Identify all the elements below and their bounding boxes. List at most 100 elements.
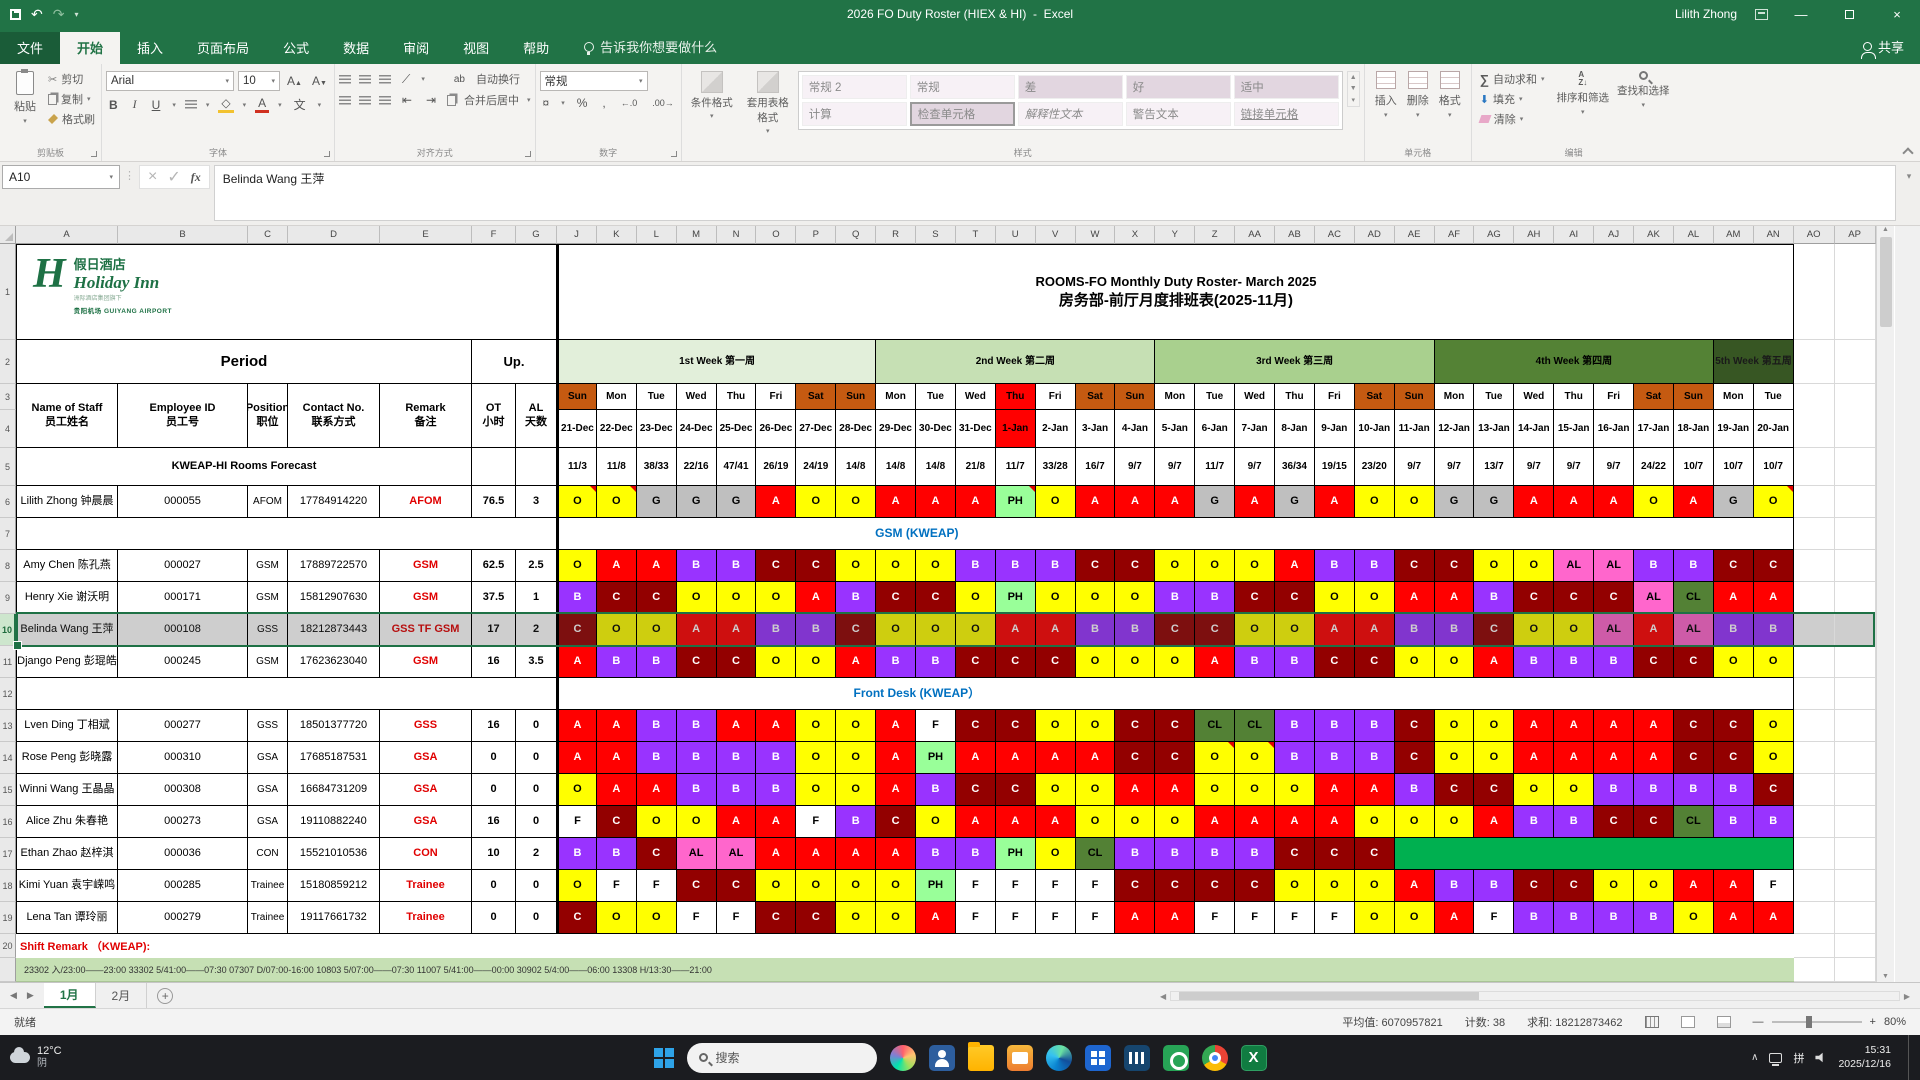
column-header-AG[interactable]: AG [1474, 226, 1515, 244]
bank-app-icon[interactable] [1123, 1044, 1150, 1071]
column-header-L[interactable]: L [636, 226, 677, 244]
forecast-cell[interactable]: 36/34 [1275, 448, 1315, 486]
shift-cell-F[interactable]: F [916, 710, 956, 742]
contact-no[interactable]: 15180859212 [288, 870, 380, 902]
shift-cell-O[interactable]: O [1514, 774, 1555, 806]
forecast-cell[interactable]: 11/7 [1195, 448, 1236, 486]
shift-cell-C[interactable]: C [1354, 838, 1395, 870]
merge-center-button[interactable]: 合并后居中 [464, 92, 519, 108]
ot-hours[interactable]: 37.5 [472, 582, 516, 614]
shift-cell-B[interactable]: B [1554, 902, 1595, 934]
shift-cell-O[interactable]: O [1075, 774, 1116, 806]
day-name-cell[interactable]: Wed [1514, 384, 1555, 410]
empty-cell-AP[interactable] [1834, 518, 1876, 550]
shift-cell-A[interactable]: A [1235, 806, 1276, 838]
redo-button[interactable]: ↷ [53, 6, 65, 23]
shift-cell-O[interactable]: O [1594, 870, 1635, 902]
tab-页面布局[interactable]: 页面布局 [180, 32, 266, 64]
shift-cell-O[interactable]: O [1474, 742, 1515, 774]
staff-name[interactable]: Winni Wang 王晶晶 [16, 774, 118, 806]
remark[interactable]: GSA [380, 742, 472, 774]
al-days[interactable]: 2.5 [516, 550, 557, 582]
align-bottom-icon[interactable] [378, 74, 391, 84]
shift-cell-B[interactable]: B [1713, 806, 1754, 838]
date-cell[interactable]: 3-Jan [1075, 410, 1116, 448]
staff-name[interactable]: Henry Xie 谢沃明 [16, 582, 118, 614]
column-header-Y[interactable]: Y [1155, 226, 1196, 244]
contacts-app-icon[interactable] [928, 1044, 955, 1071]
shift-cell-B[interactable]: B [1115, 838, 1156, 870]
cell-style-解释性文本[interactable]: 解释性文本 [1017, 102, 1123, 126]
shift-cell-CL[interactable]: CL [1075, 838, 1116, 870]
shift-cell-B[interactable]: B [916, 838, 956, 870]
shift-cell-G[interactable]: G [1434, 486, 1475, 518]
shift-cell-B[interactable]: B [1354, 710, 1395, 742]
column-header-K[interactable]: K [596, 226, 637, 244]
position[interactable]: GSS [248, 710, 288, 742]
mail-app-icon[interactable] [1006, 1044, 1033, 1071]
ot-hours[interactable]: 16 [472, 646, 516, 678]
shift-cell-B[interactable]: B [1235, 838, 1276, 870]
shift-cell-C[interactable]: C [876, 806, 917, 838]
row-header-16[interactable]: 16 [0, 806, 16, 838]
shift-cell-C[interactable]: C [836, 614, 877, 646]
hidden-icons-chevron[interactable]: ∧ [1751, 1052, 1758, 1063]
shift-cell-A[interactable]: A [876, 710, 917, 742]
shift-cell-A[interactable]: A [1634, 710, 1674, 742]
empty-cell-AP[interactable] [1834, 340, 1876, 384]
shift-cell-A[interactable]: A [1753, 902, 1794, 934]
day-name-cell[interactable]: Tue [1474, 384, 1515, 410]
shift-cell-B[interactable]: B [1634, 774, 1674, 806]
shift-cell-C[interactable]: C [1713, 550, 1754, 582]
shift-cell-B[interactable]: B [756, 614, 797, 646]
increase-indent-icon[interactable]: ⇥ [423, 93, 439, 107]
shift-cell-A[interactable]: A [1354, 774, 1395, 806]
format-as-table-button[interactable]: 套用表格格式 ▾ [742, 71, 794, 135]
shift-cell-O[interactable]: O [1554, 774, 1595, 806]
employee-id[interactable]: 000171 [118, 582, 248, 614]
forecast-cell[interactable]: 10/7 [1673, 448, 1714, 486]
shift-cell-A[interactable]: A [916, 902, 956, 934]
borders-icon[interactable] [184, 100, 197, 109]
column-header-AF[interactable]: AF [1434, 226, 1475, 244]
empty-cell-AP[interactable] [1834, 614, 1876, 646]
show-desktop-sliver[interactable] [1908, 1035, 1912, 1080]
shift-cell-AL[interactable]: AL [1554, 550, 1595, 582]
shift-cell-O[interactable]: O [1275, 774, 1315, 806]
shift-cell-O[interactable]: O [1474, 710, 1515, 742]
shift-cell-A[interactable]: A [1195, 646, 1236, 678]
shift-cell-B[interactable]: B [1554, 806, 1595, 838]
shift-cell-B[interactable]: B [1474, 870, 1515, 902]
day-name-cell[interactable]: Mon [1713, 384, 1754, 410]
shift-cell-O[interactable]: O [557, 550, 597, 582]
shift-cell-O[interactable]: O [1235, 550, 1276, 582]
day-name-cell[interactable]: Wed [955, 384, 996, 410]
empty-cell-AP[interactable] [1834, 774, 1876, 806]
shift-cell-C[interactable]: C [796, 550, 837, 582]
staff-name[interactable]: Amy Chen 陈孔燕 [16, 550, 118, 582]
screenshot-app-icon[interactable] [1162, 1044, 1189, 1071]
ot-hours[interactable]: 17 [472, 614, 516, 646]
align-middle-icon[interactable] [358, 74, 371, 84]
column-header-Z[interactable]: Z [1195, 226, 1236, 244]
zoom-slider-thumb[interactable] [1805, 1016, 1812, 1028]
shift-cell-A[interactable]: A [1514, 710, 1555, 742]
shift-cell-O[interactable]: O [1753, 646, 1794, 678]
shift-cell-B[interactable]: B [995, 550, 1036, 582]
shift-cell-O[interactable]: O [796, 646, 837, 678]
ot-hours[interactable]: 10 [472, 838, 516, 870]
shift-cell-C[interactable]: C [1713, 710, 1754, 742]
shift-cell-A[interactable]: A [836, 838, 877, 870]
shift-cell-O[interactable]: O [636, 902, 677, 934]
row-header-8[interactable]: 8 [0, 550, 16, 582]
forecast-cell[interactable]: 9/7 [1155, 448, 1196, 486]
shift-cell-B[interactable]: B [1434, 614, 1475, 646]
shift-cell-B[interactable]: B [1673, 774, 1714, 806]
shift-cell-A[interactable]: A [756, 806, 797, 838]
staff-name[interactable]: Lven Ding 丁相斌 [16, 710, 118, 742]
column-header-T[interactable]: T [955, 226, 996, 244]
shift-cell-A[interactable]: A [1035, 614, 1076, 646]
shift-cell-O[interactable]: O [1115, 582, 1156, 614]
contact-no[interactable]: 17685187531 [288, 742, 380, 774]
shift-cell-C[interactable]: C [1514, 582, 1555, 614]
